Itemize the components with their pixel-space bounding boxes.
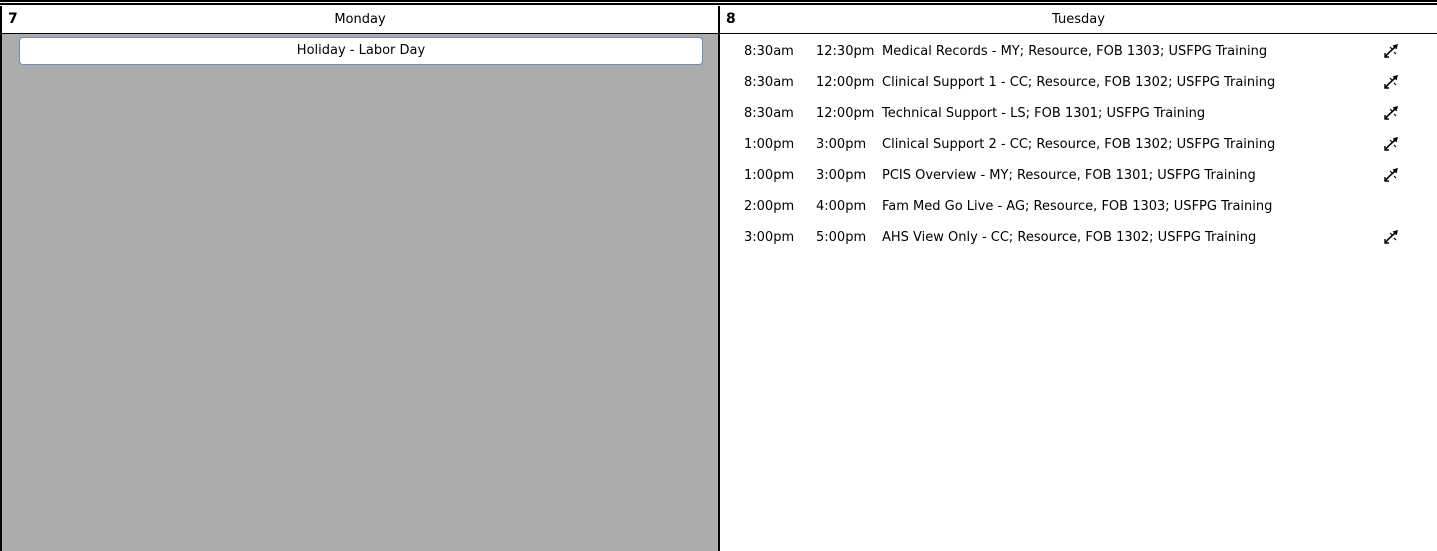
event-title[interactable]: Technical Support - LS; FOB 1301; USFPG … bbox=[882, 98, 1205, 129]
recurring-link-icon[interactable] bbox=[1382, 73, 1400, 91]
calendar-event[interactable]: 2:00pm 4:00pm Fam Med Go Live - AG; Reso… bbox=[720, 191, 1437, 222]
day-name: Monday bbox=[334, 12, 386, 27]
calendar-event[interactable]: 8:30am 12:30pm Medical Records - MY; Res… bbox=[720, 36, 1437, 67]
event-title[interactable]: AHS View Only - CC; Resource, FOB 1302; … bbox=[882, 222, 1256, 253]
day-body-holiday[interactable]: Holiday - Labor Day bbox=[2, 34, 718, 551]
event-start-time: 3:00pm bbox=[744, 230, 795, 245]
calendar-event[interactable]: 8:30am 12:00pm Clinical Support 1 - CC; … bbox=[720, 67, 1437, 98]
day-name: Tuesday bbox=[1052, 12, 1105, 27]
event-title[interactable]: PCIS Overview - MY; Resource, FOB 1301; … bbox=[882, 160, 1256, 191]
event-end-time: 5:00pm bbox=[816, 230, 867, 245]
event-start-time: 8:30am bbox=[744, 106, 794, 121]
event-start-time: 2:00pm bbox=[744, 199, 795, 214]
recurring-link-icon[interactable] bbox=[1382, 228, 1400, 246]
day-header-tuesday: 8 Tuesday bbox=[720, 6, 1437, 34]
event-title[interactable]: Clinical Support 1 - CC; Resource, FOB 1… bbox=[882, 67, 1275, 98]
calendar-event[interactable]: 3:00pm 5:00pm AHS View Only - CC; Resour… bbox=[720, 222, 1437, 253]
event-end-time: 12:00pm bbox=[816, 106, 875, 121]
event-end-time: 3:00pm bbox=[816, 137, 867, 152]
recurring-link-icon[interactable] bbox=[1382, 135, 1400, 153]
event-start-time: 8:30am bbox=[744, 75, 794, 90]
calendar-event[interactable]: 1:00pm 3:00pm Clinical Support 2 - CC; R… bbox=[720, 129, 1437, 160]
event-end-time: 4:00pm bbox=[816, 199, 867, 214]
recurring-link-icon[interactable] bbox=[1382, 104, 1400, 122]
event-title[interactable]: Fam Med Go Live - AG; Resource, FOB 1303… bbox=[882, 191, 1272, 222]
calendar-top-rule bbox=[0, 0, 1437, 5]
event-end-time: 3:00pm bbox=[816, 168, 867, 183]
event-title[interactable]: Clinical Support 2 - CC; Resource, FOB 1… bbox=[882, 129, 1275, 160]
recurring-link-icon[interactable] bbox=[1382, 42, 1400, 60]
event-title[interactable]: Medical Records - MY; Resource, FOB 1303… bbox=[882, 36, 1267, 67]
event-end-time: 12:00pm bbox=[816, 75, 875, 90]
event-start-time: 1:00pm bbox=[744, 137, 795, 152]
event-start-time: 8:30am bbox=[744, 44, 794, 59]
day-body-events: 8:30am 12:30pm Medical Records - MY; Res… bbox=[720, 34, 1437, 551]
recurring-link-icon[interactable] bbox=[1382, 166, 1400, 184]
holiday-event[interactable]: Holiday - Labor Day bbox=[19, 37, 703, 65]
day-cell-tuesday[interactable]: 8 Tuesday 8:30am 12:30pm Medical Records… bbox=[720, 6, 1437, 551]
day-cell-monday[interactable]: 7 Monday Holiday - Labor Day bbox=[0, 6, 720, 551]
day-header-monday: 7 Monday bbox=[2, 6, 718, 34]
calendar-event[interactable]: 8:30am 12:00pm Technical Support - LS; F… bbox=[720, 98, 1437, 129]
calendar-event[interactable]: 1:00pm 3:00pm PCIS Overview - MY; Resour… bbox=[720, 160, 1437, 191]
event-end-time: 12:30pm bbox=[816, 44, 875, 59]
event-start-time: 1:00pm bbox=[744, 168, 795, 183]
